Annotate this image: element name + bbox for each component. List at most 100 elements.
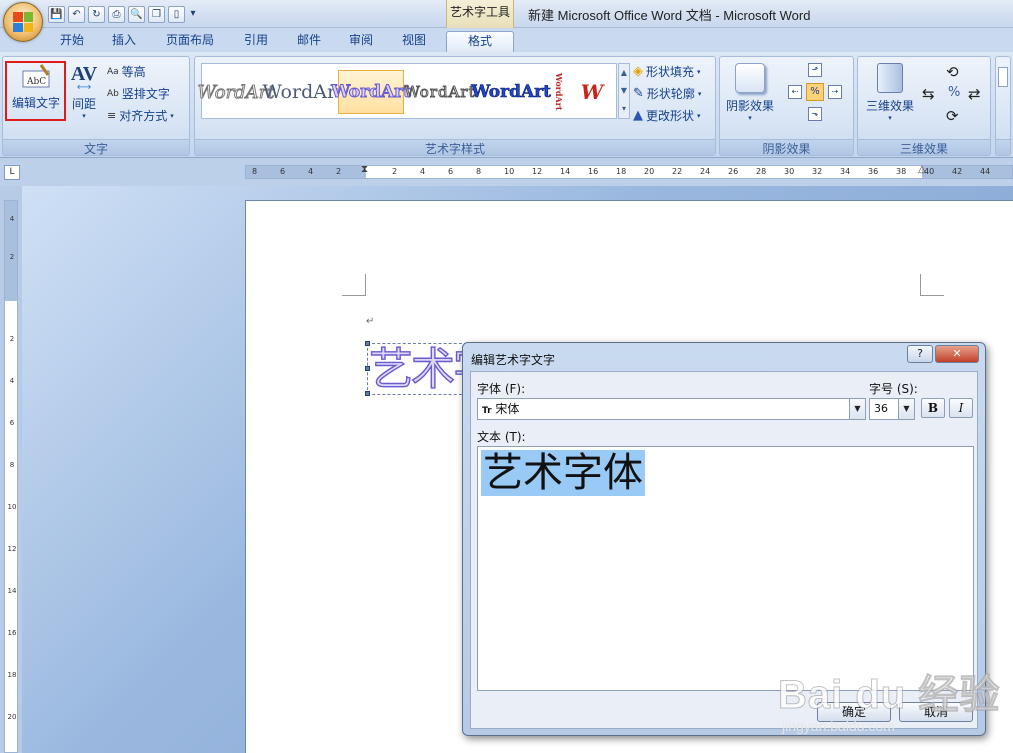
truncated-button-icon[interactable] [998, 67, 1008, 87]
right-indent-marker-icon[interactable]: △ [918, 164, 926, 175]
tab-view[interactable]: 视图 [392, 31, 436, 52]
tilt-up-icon[interactable]: ⟲ [946, 63, 959, 81]
shape-fill-button[interactable]: ◈ 形状填充 ▾ [633, 63, 701, 80]
tab-selector[interactable]: L [4, 165, 20, 180]
wordart-text: 艺术字 [368, 344, 466, 395]
bold-button[interactable]: B [921, 398, 945, 418]
redo-icon[interactable]: ↻ [88, 5, 105, 23]
3d-effects-icon [877, 63, 903, 93]
ruler-tick-label: 14 [560, 167, 571, 176]
wordart-style-6[interactable]: WordArt [552, 70, 566, 114]
print-icon[interactable]: ⎙ [108, 5, 125, 23]
help-button[interactable]: ? [907, 345, 933, 363]
3d-toggle-icon[interactable]: % [948, 85, 960, 100]
nudge-shadow-right-icon[interactable]: ⇢ [828, 85, 842, 99]
size-select[interactable]: 36 ▼ [869, 398, 915, 420]
wordart-style-3-label: WordArt [331, 82, 412, 103]
tab-review[interactable]: 审阅 [339, 31, 383, 52]
ruler-tick-label: 34 [840, 167, 851, 176]
vertical-text-label: 竖排文字 [121, 87, 170, 101]
text-input[interactable]: 艺术字体 [477, 446, 974, 691]
group-3d-effects: 三维效果 ▾ ⟲ ⇆ % ⇄ ⟳ 三维效果 [857, 56, 991, 156]
wordart-style-5[interactable]: WordArt [471, 70, 551, 114]
shadow-effects-dropdown-icon: ▾ [748, 114, 752, 122]
shadow-toggle-icon[interactable]: % [806, 83, 824, 101]
wordart-style-7[interactable]: W [574, 70, 610, 114]
undo-icon[interactable]: ↶ [68, 5, 85, 23]
wordart-style-3[interactable]: WordArt [331, 70, 411, 114]
tilt-down-icon[interactable]: ⟳ [946, 107, 959, 125]
align-label: 对齐方式 [119, 109, 168, 123]
copy-page-icon[interactable]: ❐ [148, 5, 165, 23]
tab-insert[interactable]: 插入 [102, 31, 146, 52]
tilt-left-icon[interactable]: ⇆ [922, 85, 935, 103]
cancel-button[interactable]: 取消 [899, 702, 973, 722]
wordart-style-5-label: WordArt [471, 82, 551, 103]
horizontal-ruler[interactable]: 8 6 4 2 2 4 6 8 10 12 14 16 18 20 22 24 26 28 30 32 34 36 38 40… [245, 164, 1013, 179]
nudge-shadow-up-icon[interactable]: ⬏ [808, 63, 822, 77]
wordart-style-1[interactable]: WordArt [197, 70, 275, 114]
wordart-style-4[interactable]: WordArt [404, 70, 475, 114]
font-select[interactable]: Tr 宋体 ▼ [477, 398, 866, 420]
shadow-effects-button[interactable]: 阴影效果 ▾ [724, 61, 776, 131]
vruler-tick-label: 6 [9, 419, 15, 427]
tab-references[interactable]: 引用 [234, 31, 278, 52]
align-button[interactable]: ≡ 对齐方式 ▾ [107, 107, 174, 124]
vertical-text-button[interactable]: Ab 竖排文字 [107, 85, 170, 102]
resize-handle-left[interactable] [365, 366, 370, 371]
3d-effects-dropdown-icon: ▾ [888, 114, 892, 122]
ruler-tick-label: 6 [280, 167, 286, 176]
resize-handle-bottom-left[interactable] [365, 391, 370, 396]
vruler-tick-label: 12 [7, 545, 17, 553]
shape-outline-button[interactable]: ✎ 形状轮廓 ▾ [633, 85, 701, 102]
tab-format[interactable]: 格式 [446, 31, 514, 52]
ruler-tick-label: 12 [532, 167, 543, 176]
resize-handle-top-left[interactable] [365, 341, 370, 346]
crop-mark-top-left [342, 274, 366, 296]
ruler-tick-label: 8 [252, 167, 258, 176]
font-dropdown-arrow-icon[interactable]: ▼ [849, 399, 865, 419]
print-preview-icon[interactable]: 🔍 [128, 5, 145, 23]
truetype-icon: Tr [482, 406, 492, 416]
tab-page-layout[interactable]: 页面布局 [160, 31, 220, 52]
shape-outline-dropdown-icon: ▾ [697, 89, 702, 98]
italic-button[interactable]: I [949, 398, 973, 418]
close-button[interactable]: ✕ [935, 345, 979, 363]
spacing-button[interactable]: AV ⟷ 间距 ▾ [67, 63, 101, 129]
selected-text: 艺术字体 [481, 450, 645, 496]
size-dropdown-arrow-icon[interactable]: ▼ [898, 399, 914, 419]
save-icon[interactable]: 💾 [48, 5, 65, 23]
tab-home[interactable]: 开始 [50, 31, 94, 52]
vruler-tick-label: 18 [7, 671, 17, 679]
gallery-scroll[interactable]: ▲ ▼ ▾ [618, 63, 630, 119]
wordart-object[interactable]: 艺术字 [367, 343, 467, 395]
office-button[interactable] [3, 2, 43, 42]
tab-mailings[interactable]: 邮件 [287, 31, 331, 52]
gallery-down-icon[interactable]: ▼ [619, 82, 629, 100]
edit-text-button[interactable]: AbC 编辑文字 [7, 63, 65, 119]
shadow-effects-icon [735, 63, 765, 93]
equal-height-button[interactable]: Aa 等高 [107, 63, 146, 80]
indent-marker-icon[interactable]: ⧗ [361, 164, 368, 175]
size-label: 字号 (S): [869, 382, 918, 396]
vertical-text-icon: Ab [107, 88, 119, 99]
right-margin-area [922, 166, 1012, 178]
tilt-right-icon[interactable]: ⇄ [968, 85, 981, 103]
font-select-value: 宋体 [495, 402, 520, 416]
vertical-ruler[interactable]: 4 2 2 4 6 8 10 12 14 16 18 20 [4, 200, 18, 753]
ruler-tick-label: 26 [728, 167, 739, 176]
wordart-style-2[interactable]: WordArt [262, 70, 343, 114]
shape-outline-label: 形状轮廓 [646, 87, 695, 101]
gallery-more-icon[interactable]: ▾ [619, 100, 629, 118]
change-shape-button[interactable]: ▲ 更改形状 ▾ [633, 107, 701, 124]
shadow-effects-label: 阴影效果 [725, 99, 774, 113]
new-document-icon[interactable]: ▯ [168, 5, 185, 23]
nudge-shadow-left-icon[interactable]: ⇠ [788, 85, 802, 99]
title-bar: 💾 ↶ ↻ ⎙ 🔍 ❐ ▯ ▾ 艺术字工具 新建 Microsoft Offic… [0, 0, 1013, 28]
nudge-shadow-down-icon[interactable]: ⬎ [808, 107, 822, 121]
ok-button[interactable]: 确定 [817, 702, 891, 722]
customize-qat-icon[interactable]: ▾ [188, 6, 198, 23]
3d-effects-button[interactable]: 三维效果 ▾ [862, 61, 918, 131]
group-wordart-styles: WordArt WordArt WordArt WordArt WordArt … [194, 56, 716, 156]
gallery-up-icon[interactable]: ▲ [619, 64, 629, 82]
